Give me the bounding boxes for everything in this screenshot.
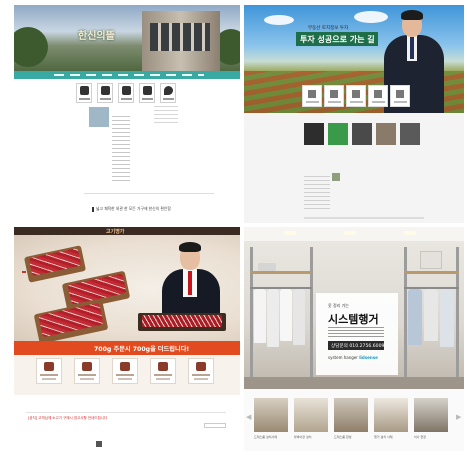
location-icon-button[interactable] (160, 83, 176, 103)
phone-text: 상담문의 010.2756.6009 (331, 344, 385, 349)
gallery-caption: 행거 설치 사례 (374, 435, 393, 439)
thumbnail-image (89, 107, 109, 127)
gallery-caption: 드레스룸 완성 (334, 435, 352, 439)
menu-icon-button[interactable] (112, 358, 138, 384)
gallery-photo[interactable] (334, 398, 368, 432)
light-shape (344, 231, 356, 235)
sign-title: 시스템행거 (328, 313, 379, 326)
gallery-caption: 이사 현장 (414, 435, 426, 439)
tile-system-hanger[interactable]: 옷 정리 가는 시스템행거 상담문의 010.2756.6009 system … (244, 227, 464, 451)
headline-banner: 투자 성공으로 가는 길 (296, 32, 378, 46)
footer-icon (96, 441, 102, 447)
hanger-post (250, 247, 253, 377)
screenshot-grid: 한신의뜰 넓고 쾌적한 외관 한 모든 가구에 한신의 편안함 부동산 토지정보… (0, 0, 467, 455)
box-shape (420, 251, 442, 269)
caption-text: 넓고 쾌적한 외관 한 모든 가구에 한신의 편안함 (96, 206, 171, 211)
gallery-photo[interactable] (374, 398, 408, 432)
brand-suffix: lidsense (359, 355, 378, 360)
gallery-photo[interactable] (294, 398, 328, 432)
menu-icon-button[interactable] (118, 83, 134, 103)
more-button[interactable] (204, 423, 226, 428)
model-hair (401, 10, 423, 20)
floor (244, 377, 464, 389)
top-bar (14, 227, 240, 235)
tile-meat-shop[interactable]: 고기명가 700g 주문시 700g을 더드립니다! [공지] 고객님께 소고기… (14, 227, 240, 451)
tile-hanshin-pension[interactable]: 한신의뜰 넓고 쾌적한 외관 한 모든 가구에 한신의 편안함 (14, 5, 240, 223)
box-shape (258, 263, 276, 271)
menu-icon-button[interactable] (139, 83, 155, 103)
brand-prefix: system hanger (328, 355, 358, 360)
hanger-post (456, 247, 459, 377)
shirt-shape (408, 289, 422, 345)
notice-link[interactable]: [공지] 고객님께 소고기 구매시 참고사항 안내드립니다 (28, 416, 107, 421)
menu-icon-button[interactable] (150, 358, 176, 384)
shirt-shape (424, 289, 438, 341)
meat-image (142, 315, 222, 327)
shirt-shape (440, 289, 454, 347)
gallery-photo[interactable] (254, 398, 288, 432)
quick-button[interactable] (346, 85, 366, 107)
cloud-shape (264, 15, 294, 25)
divider (84, 193, 214, 194)
site-logo: 고기명가 (106, 229, 125, 235)
building-image (142, 11, 220, 71)
shirt-shape (254, 289, 266, 343)
content-card[interactable] (352, 123, 372, 145)
headline-text: 투자 성공으로 가는 길 (300, 35, 375, 44)
hanger-post (310, 247, 313, 377)
sign-small-text: 옷 정리 가는 (328, 303, 349, 308)
quick-button[interactable] (368, 85, 388, 107)
content-card[interactable] (328, 123, 348, 145)
shelf (250, 271, 312, 274)
text-list (112, 113, 130, 181)
caption: 넓고 쾌적한 외관 한 모든 가구에 한신의 편안함 (92, 206, 171, 212)
site-logo: 한신의뜰 (78, 31, 115, 42)
promo-banner[interactable]: 700g 주문시 700g을 더드립니다! (14, 341, 240, 355)
cloud-shape (354, 11, 388, 23)
gallery-photo[interactable] (414, 398, 448, 432)
menu-icon-button[interactable] (36, 358, 62, 384)
footer-line (304, 217, 424, 219)
sign-body (328, 327, 384, 337)
menu-icon-button[interactable] (188, 358, 214, 384)
chevron-right-icon[interactable]: ▶ (456, 413, 462, 421)
phone-badge[interactable]: 상담문의 010.2756.6009 (328, 341, 384, 350)
quick-button[interactable] (302, 85, 322, 107)
headline-small: 부동산 토지정보 투자 (308, 26, 349, 31)
text-list (304, 173, 330, 209)
shirt-shape (267, 289, 279, 347)
nav-bar (14, 71, 240, 79)
menu-icon-button[interactable] (74, 358, 100, 384)
tile-investment-land[interactable]: 부동산 토지정보 투자 투자 성공으로 가는 길 (244, 5, 464, 223)
gallery-caption: 드레스룸 설치사례 (254, 435, 278, 439)
light-shape (284, 231, 296, 235)
shirt-shape (293, 289, 305, 345)
gallery-caption: 붙박이장 설치 (294, 435, 312, 439)
light-shape (404, 231, 416, 235)
tie-shape (410, 37, 414, 59)
content-card[interactable] (304, 123, 324, 145)
menu-icon-button[interactable] (76, 83, 92, 103)
model-hair (179, 242, 201, 252)
tie-shape (188, 271, 192, 295)
calendar-widget (154, 105, 178, 123)
brand-line: system hanger lidsense (328, 355, 378, 360)
content-card[interactable] (376, 123, 396, 145)
shelf (404, 271, 459, 274)
shirt-shape (280, 289, 292, 341)
quick-button[interactable] (324, 85, 344, 107)
chevron-left-icon[interactable]: ◀ (246, 413, 252, 421)
hanger-post (404, 247, 407, 377)
promo-text: 700g 주문시 700g을 더드립니다! (94, 346, 190, 353)
price-tag (22, 271, 26, 273)
content-card[interactable] (400, 123, 420, 145)
quick-button[interactable] (390, 85, 410, 107)
menu-icon-button[interactable] (97, 83, 113, 103)
divider (26, 412, 226, 413)
thumbnail-image (332, 173, 340, 181)
